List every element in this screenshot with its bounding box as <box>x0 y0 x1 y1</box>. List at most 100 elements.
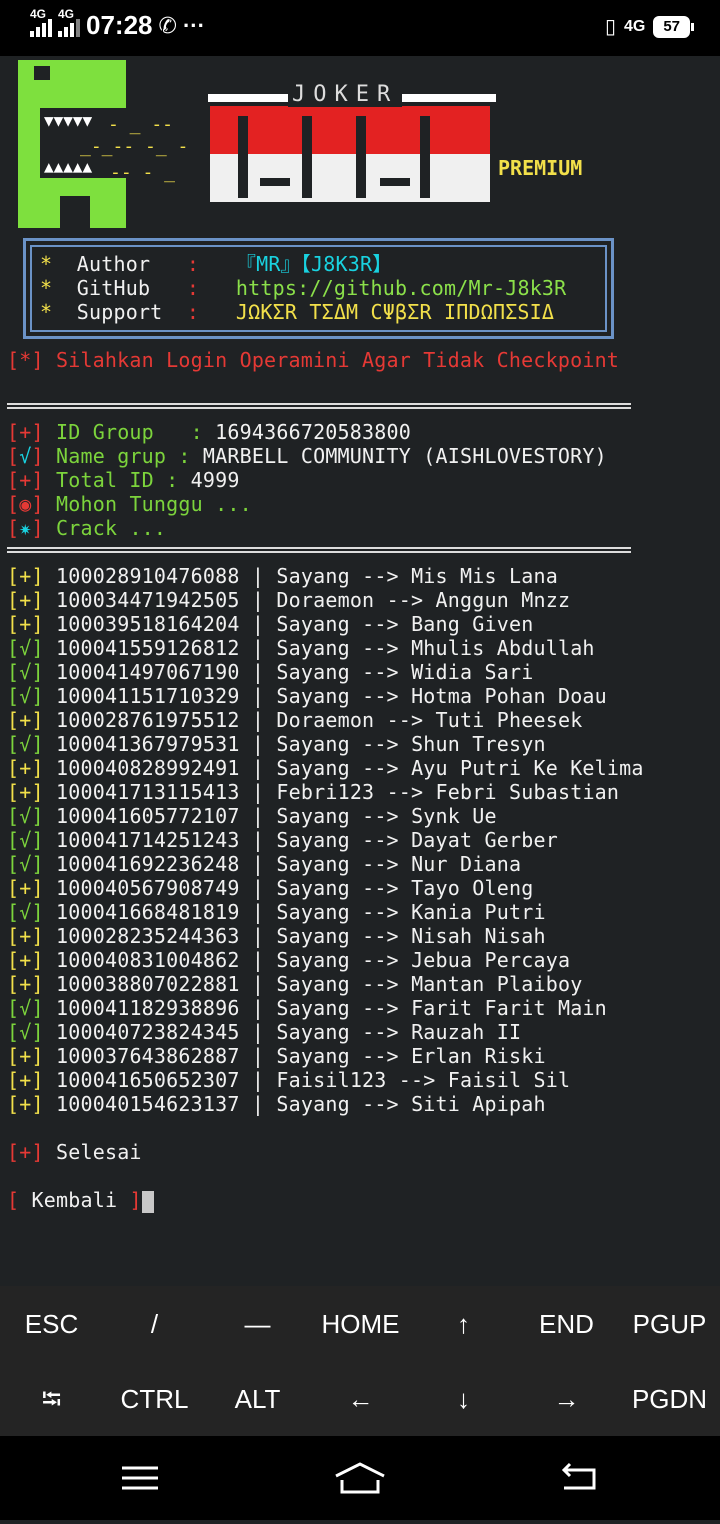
result-row: [√] 100041151710329 | Sayang --> Hotma P… <box>7 684 607 708</box>
result-password: Sayang <box>276 924 350 948</box>
key-2[interactable]: — <box>206 1287 309 1362</box>
result-password: Doraemon <box>276 708 375 732</box>
result-row: [√] 100041497067190 | Sayang --> Widia S… <box>7 660 534 684</box>
result-name: Nur Diana <box>411 852 522 876</box>
result-row: [√] 100041605772107 | Sayang --> Synk Ue <box>7 804 497 828</box>
result-id: 100040828992491 <box>56 756 240 780</box>
result-id: 100038807022881 <box>56 972 240 996</box>
result-id: 100041151710329 <box>56 684 240 708</box>
result-row: [√] 100041182938896 | Sayang --> Farit F… <box>7 996 607 1020</box>
result-password: Sayang <box>276 828 350 852</box>
key-row2-3[interactable]: ← <box>309 1362 412 1437</box>
result-password: Sayang <box>276 756 350 780</box>
result-name: Nisah Nisah <box>411 924 546 948</box>
support-value: JΩKΣR TΣΔM CΨβΣR IΠDΩΠΣSIΔ <box>235 300 555 324</box>
result-password: Doraemon <box>276 588 375 612</box>
battery-icon: 57 <box>653 15 694 38</box>
result-row: [+] 100028761975512 | Doraemon --> Tuti … <box>7 708 583 732</box>
result-name: Bang Given <box>411 612 534 636</box>
result-name: Dayat Gerber <box>411 828 558 852</box>
result-name: Mantan Plaiboy <box>411 972 583 996</box>
back-prompt[interactable]: [ Kembali ] <box>7 1188 154 1213</box>
key-row2-4[interactable]: ↓ <box>412 1362 515 1437</box>
separator <box>7 403 631 409</box>
key-row2-6[interactable]: PGDN <box>618 1362 720 1437</box>
result-id: 100028235244363 <box>56 924 240 948</box>
result-name: Ayu Putri Ke Kelima <box>411 756 644 780</box>
result-id: 100041713115413 <box>56 780 240 804</box>
result-password: Sayang <box>276 972 350 996</box>
svg-text:-- - _: -- - _ <box>110 162 175 183</box>
result-row: [+] 100040828992491 | Sayang --> Ayu Put… <box>7 756 644 780</box>
back-button[interactable] <box>510 1436 650 1520</box>
crack-line: [✷] Crack ... <box>7 516 167 540</box>
result-row: [√] 100041367979531 | Sayang --> Shun Tr… <box>7 732 546 756</box>
result-id: 100037643862887 <box>56 1044 240 1068</box>
result-row: [+] 100028235244363 | Sayang --> Nisah N… <box>7 924 546 948</box>
result-row: [√] 100041668481819 | Sayang --> Kania P… <box>7 900 546 924</box>
key-row2-5[interactable]: → <box>515 1362 618 1437</box>
result-id: 100041559126812 <box>56 636 240 660</box>
result-row: [√] 100041714251243 | Sayang --> Dayat G… <box>7 828 558 852</box>
svg-text:- _ --: - _ -- <box>108 114 173 135</box>
result-row: [√] 100041559126812 | Sayang --> Mhulis … <box>7 636 595 660</box>
github-link: https://github.com/Mr-J8k3R <box>235 276 567 300</box>
terminal-output[interactable]: ▼▼▼▼▼ ▲▲▲▲▲ - _ -- _-_-- -_ - -- - _ JOK… <box>0 56 720 1286</box>
result-id: 100028910476088 <box>56 564 240 588</box>
result-name: Widia Sari <box>411 660 534 684</box>
battery-level: 57 <box>663 17 680 35</box>
login-notice: [*] Silahkan Login Operamini Agar Tidak … <box>7 348 620 372</box>
group-id-line: [+] ID Group : 1694366720583800 <box>7 420 411 444</box>
result-name: Faisil Sil <box>447 1068 571 1092</box>
result-id: 100040831004862 <box>56 948 240 972</box>
text-cursor <box>141 1190 154 1213</box>
result-id: 100040567908749 <box>56 876 240 900</box>
group-name-line: [√] Name grup : MARBELL COMMUNITY (AISHL… <box>7 444 607 468</box>
key-3[interactable]: HOME <box>309 1287 412 1362</box>
key-row2-2[interactable]: ALT <box>206 1362 309 1437</box>
done-line: [+] Selesai <box>7 1140 142 1164</box>
key-0[interactable]: ESC <box>0 1287 103 1362</box>
result-password: Sayang <box>276 996 350 1020</box>
result-name: Mis Mis Lana <box>411 564 558 588</box>
result-name: Synk Ue <box>411 804 497 828</box>
result-name: Mhulis Abdullah <box>411 636 595 660</box>
key-1[interactable]: / <box>103 1287 206 1362</box>
clock: 07:28 <box>86 10 153 40</box>
call-icon: ✆ <box>158 12 177 38</box>
result-password: Febri123 <box>276 780 375 804</box>
result-password: Sayang <box>276 1020 350 1044</box>
result-name: Kania Putri <box>411 900 546 924</box>
result-row: [+] 100034471942505 | Doraemon --> Anggu… <box>7 588 571 612</box>
result-row: [+] 100040567908749 | Sayang --> Tayo Ol… <box>7 876 534 900</box>
key-row2-0[interactable]: ⭾ <box>0 1362 103 1437</box>
result-password: Sayang <box>276 1044 350 1068</box>
key-6[interactable]: PGUP <box>618 1287 720 1362</box>
result-row: [+] 100037643862887 | Sayang --> Erlan R… <box>7 1044 546 1068</box>
signal-icon: 4G <box>30 7 52 37</box>
support-row: * Support : JΩKΣR TΣΔM CΨβΣR IΠDΩΠΣSIΔ <box>40 300 555 324</box>
result-id: 100039518164204 <box>56 612 240 636</box>
separator-2 <box>7 547 631 553</box>
result-password: Faisil123 <box>276 1068 387 1092</box>
result-password: Sayang <box>276 804 350 828</box>
result-row: [√] 100041692236248 | Sayang --> Nur Dia… <box>7 852 522 876</box>
result-name: Erlan Riski <box>411 1044 546 1068</box>
result-name: Farit Farit Main <box>411 996 607 1020</box>
menu-button[interactable] <box>70 1436 210 1520</box>
home-button[interactable] <box>290 1436 430 1520</box>
result-row: [+] 100041650652307 | Faisil123 --> Fais… <box>7 1068 571 1092</box>
github-row: * GitHub : https://github.com/Mr-J8k3R <box>40 276 567 300</box>
result-name: Hotma Pohan Doau <box>411 684 607 708</box>
result-id: 100041182938896 <box>56 996 240 1020</box>
result-password: Sayang <box>276 612 350 636</box>
total-id-line: [+] Total ID : 4999 <box>7 468 240 492</box>
result-id: 100041497067190 <box>56 660 240 684</box>
wait-line: [◉] Mohon Tunggu ... <box>7 492 252 516</box>
key-row2-1[interactable]: CTRL <box>103 1362 206 1437</box>
key-4[interactable]: ↑ <box>412 1287 515 1362</box>
key-5[interactable]: END <box>515 1287 618 1362</box>
result-name: Siti Apipah <box>411 1092 546 1116</box>
result-row: [+] 100040831004862 | Sayang --> Jebua P… <box>7 948 571 972</box>
home-icon <box>335 1462 385 1494</box>
